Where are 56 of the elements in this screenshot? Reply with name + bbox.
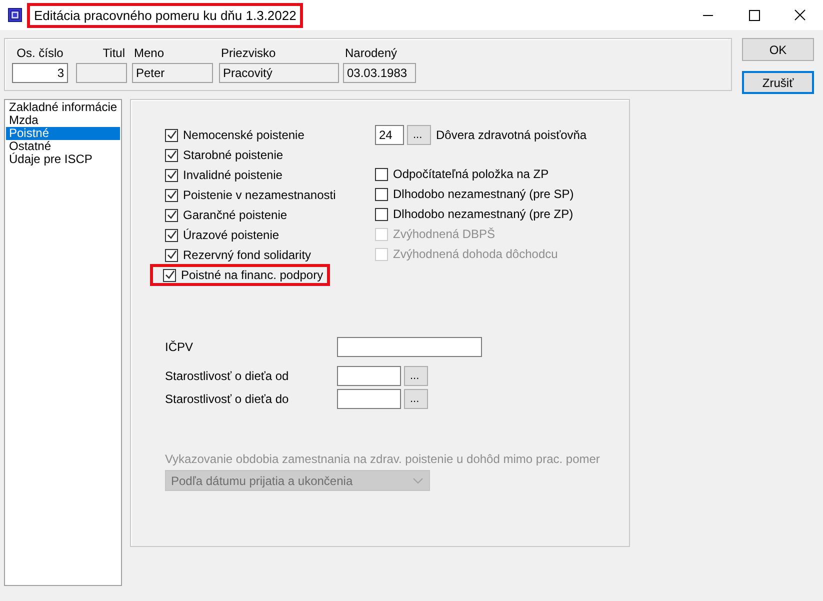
sidebar-item[interactable]: Údaje pre ISCP <box>6 153 120 166</box>
field-label: Priezvisko <box>220 46 277 60</box>
field-label: Vykazovanie obdobia zamestnania na zdrav. poistenie u dohôd mimo prac. pomer <box>165 452 601 466</box>
input-field[interactable]: 3 <box>12 63 68 83</box>
checkbox-label: Dlhodobo nezamestnaný (pre ZP) <box>393 207 574 221</box>
input-field[interactable]: 03.03.1983 <box>343 63 416 83</box>
input-field[interactable] <box>337 336 482 356</box>
sidebar-item[interactable]: Ostatné <box>6 140 120 153</box>
checkbox[interactable] <box>163 268 176 282</box>
checkbox-label: Poistné na financ. podpory <box>181 268 324 282</box>
input-field[interactable]: 24 <box>375 125 404 145</box>
checkbox-label: Úrazové poistenie <box>183 228 280 242</box>
checkbox[interactable] <box>165 128 178 142</box>
sidebar-item[interactable]: Mzda <box>6 114 120 127</box>
sidebar-item[interactable]: Poistné <box>6 127 120 140</box>
field-label: IČPV <box>165 340 194 354</box>
field-label: Starostlivosť o dieťa od <box>165 368 290 382</box>
browse-button[interactable]: ... <box>407 125 431 145</box>
checkbox[interactable] <box>375 188 388 200</box>
checkbox[interactable] <box>165 228 178 242</box>
input-field[interactable] <box>337 388 401 408</box>
dialog-button[interactable]: Zrušiť <box>742 71 814 94</box>
sidebar-item[interactable]: Zakladné informácie <box>6 101 120 114</box>
checkbox-label: Invalidné poistenie <box>183 168 282 182</box>
checkbox[interactable] <box>375 168 388 180</box>
input-field[interactable] <box>337 366 401 386</box>
window-title: Editácia pracovného pomeru ku dňu 1.3.2022 <box>34 8 296 22</box>
checkbox[interactable] <box>165 188 178 202</box>
field-label: Narodený <box>344 46 398 60</box>
input-field[interactable]: Peter <box>132 63 213 83</box>
checkbox-label: Starobné poistenie <box>183 148 284 162</box>
field-label: Titul <box>102 46 126 60</box>
checkbox[interactable] <box>165 168 178 182</box>
checkbox-label: Zvýhodnená DBPŠ <box>393 227 496 241</box>
field-label: Os. číslo <box>16 46 64 60</box>
checkbox-label: Zvýhodnená dohoda dôchodcu <box>393 247 558 261</box>
chevron-icon <box>413 478 423 484</box>
checkbox-label: Poistenie v nezamestnanosti <box>183 188 336 202</box>
checkbox-label: Nemocenské poistenie <box>183 128 304 142</box>
input-field[interactable] <box>76 63 127 83</box>
dialog-button[interactable]: OK <box>742 38 814 61</box>
date-picker-button[interactable]: ... <box>404 366 428 386</box>
checkbox[interactable] <box>165 208 178 222</box>
field-label: Starostlivosť o dieťa do <box>165 392 290 406</box>
dropdown-value: Podľa dátumu prijatia a ukončenia <box>171 474 353 488</box>
checkbox-label: Garančné poistenie <box>183 208 288 222</box>
checkbox[interactable] <box>165 148 178 162</box>
checkbox[interactable] <box>375 208 388 220</box>
input-field[interactable]: Pracovitý <box>219 63 339 83</box>
checkbox[interactable] <box>165 248 178 262</box>
date-picker-button[interactable]: ... <box>404 388 428 408</box>
field-label: Dôvera zdravotná poisťovňa <box>436 128 587 142</box>
checkbox-label: Dlhodobo nezamestnaný (pre SP) <box>393 187 574 201</box>
checkbox-label: Odpočítateľná položka na ZP <box>393 167 549 181</box>
field-label: Meno <box>133 46 166 60</box>
checkbox-label: Rezervný fond solidarity <box>183 248 312 262</box>
